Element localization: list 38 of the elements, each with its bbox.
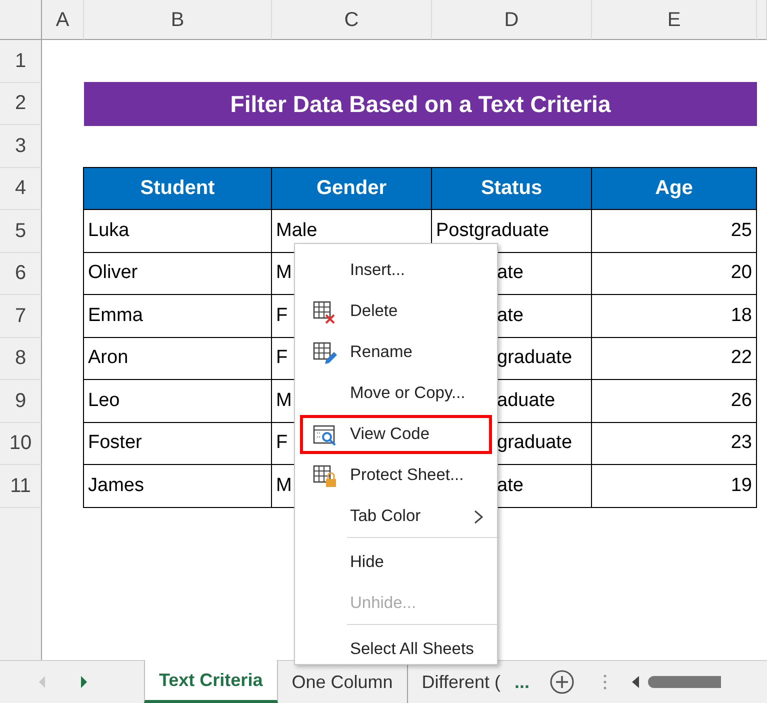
- column-header[interactable]: E: [592, 0, 757, 40]
- row-header[interactable]: 1: [0, 40, 42, 82]
- row-header[interactable]: 9: [0, 380, 42, 422]
- more-tabs-button[interactable]: ...: [514, 661, 536, 703]
- more-options-icon[interactable]: [603, 674, 608, 690]
- column-header[interactable]: [757, 0, 767, 40]
- row-header[interactable]: 8: [0, 338, 42, 380]
- sheet-tab[interactable]: One Column: [278, 661, 408, 703]
- scroll-right-icon[interactable]: [80, 676, 88, 688]
- table-header-cell: Status: [431, 166, 592, 210]
- table-pencil-icon: [313, 342, 337, 365]
- column-header[interactable]: C: [272, 0, 432, 40]
- row-header[interactable]: 11: [0, 465, 42, 508]
- row-header[interactable]: 6: [0, 252, 42, 295]
- table-cell: 19: [591, 464, 757, 508]
- sheet-tab[interactable]: Text Criteria: [144, 660, 278, 703]
- column-header[interactable]: A: [42, 0, 84, 40]
- row-header[interactable]: 4: [0, 168, 42, 210]
- table-header-cell: Gender: [271, 166, 432, 210]
- title-banner: Filter Data Based on a Text Criteria: [84, 82, 757, 126]
- table-cell: James: [83, 464, 272, 508]
- menu-item[interactable]: Hide: [295, 537, 497, 583]
- table-header-cell: Student: [83, 166, 272, 210]
- row-header[interactable]: 10: [0, 422, 42, 465]
- add-sheet-icon[interactable]: [549, 669, 576, 695]
- row-header[interactable]: 5: [0, 210, 42, 252]
- chevron-right-icon: [474, 510, 483, 524]
- code-window-icon: [313, 424, 337, 447]
- row-header[interactable]: 7: [0, 295, 42, 338]
- row-header[interactable]: 2: [0, 82, 42, 125]
- table-delete-icon: [313, 301, 337, 324]
- table-lock-icon: [313, 465, 337, 488]
- column-header[interactable]: D: [432, 0, 592, 40]
- scroll-left-icon[interactable]: [38, 676, 46, 688]
- row-header[interactable]: 3: [0, 125, 42, 168]
- select-all-corner[interactable]: [0, 0, 42, 40]
- table-header-cell: Age: [591, 166, 757, 210]
- column-header[interactable]: B: [84, 0, 272, 40]
